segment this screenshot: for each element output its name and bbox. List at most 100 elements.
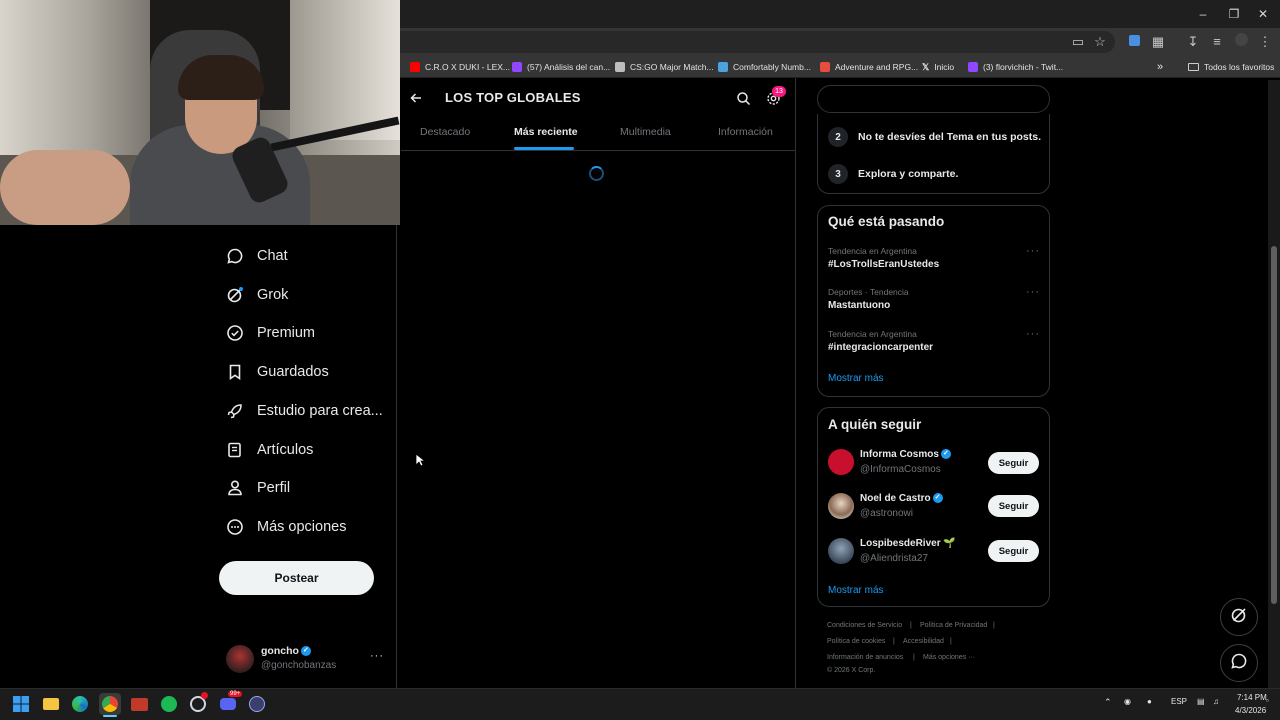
- follow-show-more-link[interactable]: Mostrar más: [828, 585, 884, 596]
- extensions-puzzle-icon[interactable]: ▦: [1149, 33, 1167, 51]
- search-icon[interactable]: [736, 91, 751, 106]
- footer-link[interactable]: Información de anuncios: [827, 654, 903, 661]
- webcam-overlay: [0, 0, 400, 225]
- scrollbar-thumb[interactable]: [1271, 246, 1277, 604]
- spotify-icon[interactable]: [158, 693, 180, 715]
- tabs-divider: [401, 150, 796, 151]
- edge-browser-icon[interactable]: [69, 693, 91, 715]
- nav-item-chat[interactable]: Chat: [226, 244, 288, 268]
- network-icon[interactable]: ▤: [1197, 697, 1205, 706]
- more-circle-icon: [226, 518, 244, 536]
- trend-more-icon[interactable]: ···: [1026, 245, 1040, 257]
- notifications-icon[interactable]: ▫: [1266, 696, 1269, 705]
- bookmark-item[interactable]: C.R.O X DUKI - LEX...: [410, 58, 510, 76]
- address-bar[interactable]: [400, 31, 1115, 53]
- follow-suggestion[interactable]: Noel de Castro ✓ @astronowi Seguir: [817, 491, 1050, 523]
- grok-icon: [1230, 606, 1248, 629]
- verified-badge-icon: ✓: [940, 449, 951, 460]
- nav-label: Más opciones: [257, 519, 347, 535]
- nav-item-bookmarks[interactable]: Guardados: [226, 360, 329, 384]
- clock-time[interactable]: 7:14 PM: [1237, 693, 1267, 702]
- profile-avatar[interactable]: [1232, 33, 1250, 51]
- footer-link[interactable]: Accesibilidad: [903, 638, 944, 645]
- language-indicator[interactable]: ESP: [1171, 697, 1187, 706]
- article-icon: [226, 441, 244, 459]
- tab-destacado[interactable]: Destacado: [420, 126, 470, 138]
- footer-separator: |: [993, 622, 995, 629]
- bookmark-item[interactable]: CS:GO Major Match...: [615, 58, 714, 76]
- trend-item[interactable]: Deportes · Tendencia Mastantuono ···: [817, 284, 1050, 320]
- media-controls-icon[interactable]: ≡: [1208, 33, 1226, 51]
- nav-item-articles[interactable]: Artículos: [226, 438, 313, 462]
- follow-button[interactable]: Seguir: [988, 495, 1039, 517]
- footer-link[interactable]: Política de Privacidad: [920, 622, 987, 629]
- steam-tray-icon[interactable]: ◉: [1124, 697, 1131, 706]
- avatar: [828, 493, 854, 519]
- install-app-icon[interactable]: ▭: [1069, 33, 1087, 51]
- post-button[interactable]: Postear: [219, 561, 374, 595]
- x-logo-icon: 𝕏: [922, 61, 930, 72]
- nav-item-creator-studio[interactable]: Estudio para crea...: [226, 399, 383, 423]
- bookmark-icon: [226, 363, 244, 381]
- follow-suggestion[interactable]: LospibesdeRiver 🌱 @Aliendrista27 Seguir: [817, 536, 1050, 568]
- nav-item-profile[interactable]: Perfil: [226, 476, 290, 500]
- tab-informacion[interactable]: Información: [718, 126, 773, 138]
- messages-fab[interactable]: [1220, 644, 1258, 682]
- start-menu-icon[interactable]: [10, 693, 32, 715]
- footer-link[interactable]: Condiciones de Servicio: [827, 622, 902, 629]
- restore-icon[interactable]: ❐: [1226, 6, 1242, 22]
- file-explorer-icon[interactable]: [40, 693, 62, 715]
- nav-item-grok[interactable]: Grok: [226, 283, 288, 307]
- rocket-icon: [226, 402, 244, 420]
- video-app-icon[interactable]: [128, 693, 150, 715]
- bookmark-item[interactable]: (3) florvichich - Twit...: [968, 58, 1063, 76]
- tab-mas-reciente[interactable]: Más reciente: [514, 126, 578, 138]
- follow-button[interactable]: Seguir: [988, 452, 1039, 474]
- chrome-browser-icon[interactable]: [99, 693, 121, 715]
- nav-item-more-options[interactable]: Más opciones: [226, 515, 346, 539]
- footer-link[interactable]: Política de cookies: [827, 638, 885, 645]
- download-icon[interactable]: ↧: [1184, 33, 1202, 51]
- folder-icon: [1188, 63, 1199, 71]
- discord-badge: 99+: [228, 691, 243, 697]
- account-more-icon[interactable]: ···: [370, 650, 384, 662]
- microphone-icon[interactable]: ●: [1147, 697, 1152, 706]
- bookmark-item[interactable]: 𝕏 Inicio: [922, 58, 954, 76]
- all-bookmarks-folder[interactable]: Todos los favoritos: [1188, 58, 1274, 76]
- bookmarks-overflow-button[interactable]: »: [1157, 58, 1163, 76]
- trend-more-icon[interactable]: ···: [1026, 286, 1040, 298]
- music-icon: [718, 62, 728, 72]
- browser-menu-icon[interactable]: ⋮: [1256, 33, 1274, 51]
- follow-button[interactable]: Seguir: [988, 540, 1039, 562]
- tray-overflow-icon[interactable]: ⌃: [1104, 697, 1112, 708]
- chat-bubble-icon: [1230, 652, 1248, 675]
- back-arrow-icon[interactable]: [409, 91, 423, 105]
- steam-icon[interactable]: [187, 692, 209, 715]
- minimize-icon[interactable]: –: [1195, 6, 1211, 22]
- trend-item[interactable]: Tendencia en Argentina #integracioncarpe…: [817, 326, 1050, 362]
- nav-item-premium[interactable]: Premium: [226, 321, 315, 345]
- bookmark-item[interactable]: Adventure and RPG...: [820, 58, 918, 76]
- tab-multimedia[interactable]: Multimedia: [620, 126, 671, 138]
- star-icon[interactable]: ☆: [1091, 33, 1109, 51]
- volume-icon[interactable]: ♫: [1213, 697, 1219, 706]
- bookmark-item[interactable]: (57) Análisis del can...: [512, 58, 610, 76]
- discord-icon[interactable]: 99+: [217, 691, 243, 715]
- nav-label: Estudio para crea...: [257, 403, 383, 419]
- nav-label: Chat: [257, 248, 288, 264]
- close-window-icon[interactable]: ✕: [1255, 6, 1271, 22]
- app-icon[interactable]: [246, 693, 268, 715]
- bookmark-item[interactable]: Comfortably Numb...: [718, 58, 811, 76]
- footer-link[interactable]: Más opciones ···: [923, 654, 975, 661]
- follow-suggestion[interactable]: Informa Cosmos ✓ @InformaCosmos Seguir: [817, 447, 1050, 479]
- extension-blue-icon[interactable]: [1125, 33, 1143, 51]
- youtube-icon: [410, 62, 420, 72]
- account-handle: @gonchobanzas: [261, 660, 337, 671]
- trend-item[interactable]: Tendencia en Argentina #LosTrollsEranUst…: [817, 243, 1050, 279]
- clock-date[interactable]: 4/3/2026: [1235, 706, 1266, 715]
- notification-dot: [201, 692, 208, 699]
- account-switcher[interactable]: goncho ✓ @gonchobanzas ···: [226, 642, 386, 676]
- trend-more-icon[interactable]: ···: [1026, 328, 1040, 340]
- trends-show-more-link[interactable]: Mostrar más: [828, 373, 884, 384]
- grok-fab[interactable]: [1220, 598, 1258, 636]
